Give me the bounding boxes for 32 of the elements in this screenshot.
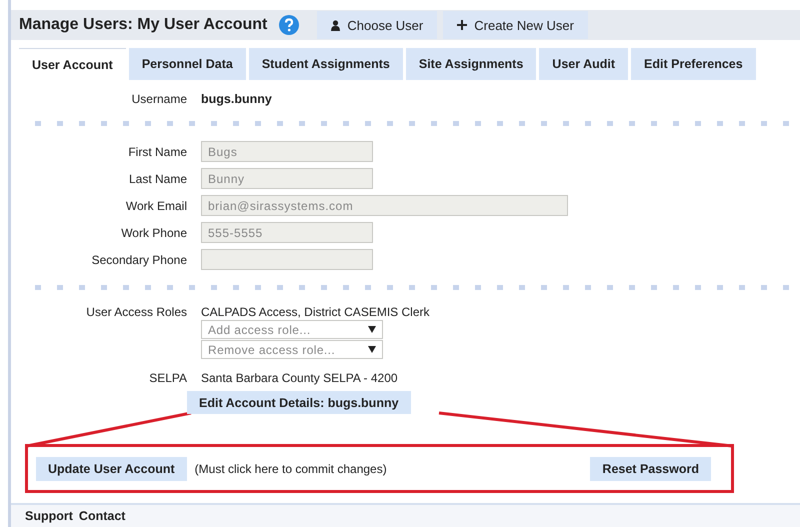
reset-password-button[interactable]: Reset Password (590, 456, 711, 480)
page-title: Manage Users: My User Account (19, 16, 268, 34)
caret-icon (368, 326, 376, 333)
person-icon (331, 20, 340, 30)
role-dropdown[interactable]: Remove access role... (201, 340, 383, 359)
header-button[interactable]: Create New User (443, 11, 588, 39)
update-account-button[interactable]: Update User Account (36, 456, 187, 480)
role-dropdown[interactable]: Add access role... (201, 320, 383, 339)
edit-account-button[interactable]: Edit Account Details: bugs.bunny (187, 391, 411, 414)
commit-note: (Must click here to commit changes) (194, 462, 388, 476)
field-label: Last Name (128, 172, 187, 186)
tab[interactable]: Site Assignments (406, 48, 536, 80)
caret-icon (368, 346, 376, 353)
field-label: Work Phone (120, 226, 187, 240)
field-label: Secondary Phone (90, 252, 187, 266)
tab[interactable]: Personnel Data (128, 48, 246, 80)
field-label: Work Email (124, 198, 187, 212)
header-button[interactable]: Choose User (317, 11, 438, 39)
username-value: bugs.bunny (201, 92, 273, 106)
selpa-value: Santa Barbara County SELPA - 4200 (201, 371, 399, 385)
roles-value: CALPADS Access, District CASEMIS Clerk (201, 305, 430, 319)
help-icon[interactable] (279, 15, 300, 35)
tab[interactable]: Student Assignments (248, 48, 403, 80)
footer-link[interactable]: Support (25, 509, 73, 523)
tab[interactable]: Edit Preferences (631, 48, 756, 80)
field-label: SELPA (148, 371, 187, 385)
plus-icon (457, 20, 468, 30)
field-label: Username (130, 92, 187, 106)
field-label: User Access Roles (85, 305, 187, 319)
tab[interactable]: User Audit (539, 48, 628, 80)
footer-link[interactable]: Contact (78, 509, 126, 523)
field-label: First Name (127, 144, 187, 158)
